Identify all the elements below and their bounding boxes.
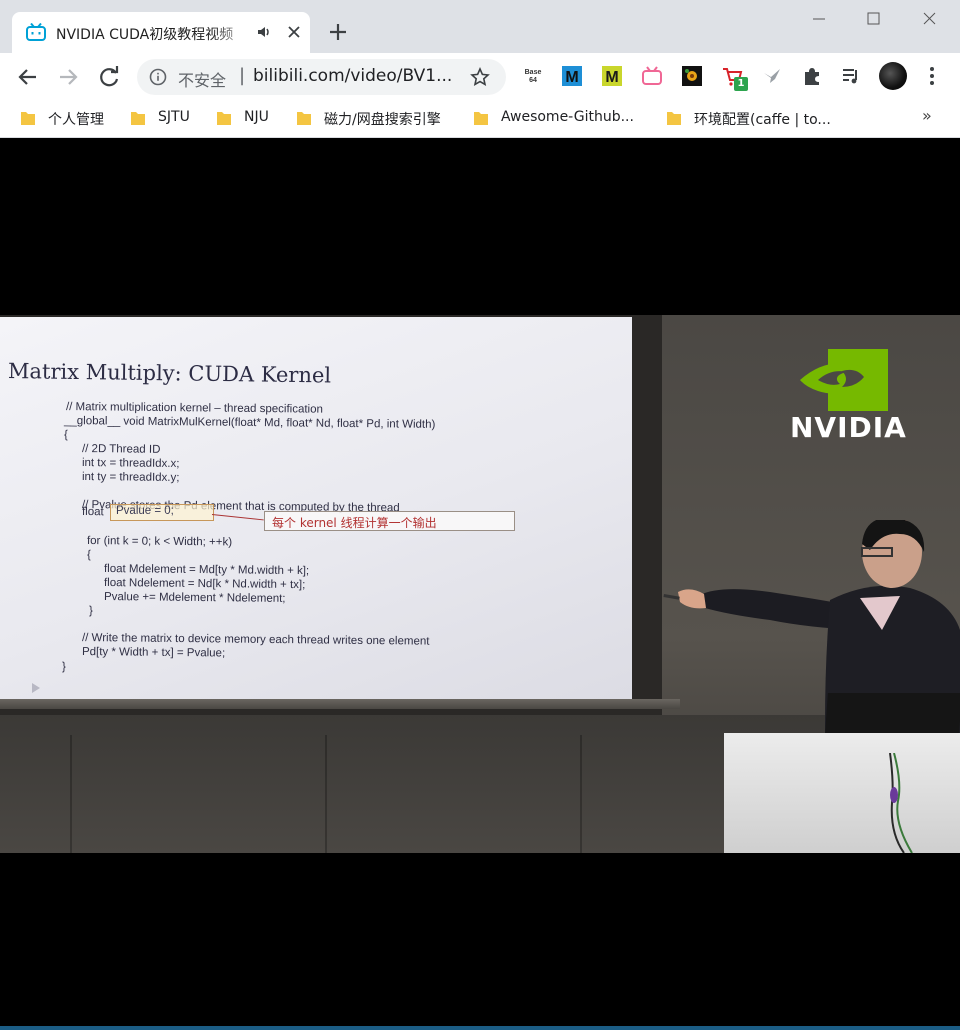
floor-line: [70, 735, 72, 853]
puzzle-icon[interactable]: [801, 65, 823, 87]
code-line: {: [63, 429, 68, 442]
video-player[interactable]: Matrix Multiply: CUDA Kernel // Matrix m…: [0, 139, 960, 1030]
more-menu-icon[interactable]: [922, 65, 942, 87]
forward-arrow-icon[interactable]: [54, 63, 82, 91]
floor-line: [325, 735, 327, 853]
bookmark-label: 个人管理: [48, 112, 104, 128]
code-line: }: [61, 661, 66, 674]
folder-icon: [217, 112, 231, 125]
folder-icon: [667, 112, 681, 125]
folder-icon: [297, 112, 311, 125]
code-line: // 2D Thread ID: [81, 443, 161, 456]
code-line: int tx = threadIdx.x;: [81, 457, 180, 471]
svg-text:64: 64: [529, 77, 537, 84]
bookmark-label: Awesome-Github...: [501, 109, 634, 125]
code-line: Pd[ty * Width + tx] = Pvalue;: [81, 646, 226, 660]
folder-icon: [474, 112, 488, 125]
slide-title: Matrix Multiply: CUDA Kernel: [7, 359, 332, 388]
close-tab-icon[interactable]: [284, 22, 304, 42]
browser-toolbar: 不安全 | bilibili.com/video/BV1... Base 64 …: [0, 53, 960, 100]
info-icon[interactable]: [149, 68, 167, 86]
base64-icon[interactable]: Base 64: [522, 65, 544, 87]
window-close-icon[interactable]: [906, 6, 952, 32]
tab-strip: NVIDIA CUDA初级教程视频: [0, 0, 960, 53]
bookmark-label: 环境配置(caffe | to...: [694, 112, 831, 128]
nvidia-wordmark: NVIDIA: [790, 411, 907, 444]
m-blue-icon[interactable]: M: [561, 65, 583, 87]
cart-badge: 1: [734, 77, 748, 91]
bookmark-folder[interactable]: 个人管理: [20, 108, 120, 130]
video-frame: Matrix Multiply: CUDA Kernel // Matrix m…: [0, 315, 960, 853]
bird-icon[interactable]: [761, 65, 783, 87]
code-line: float Ndelement = Nd[k * Nd.width + tx];: [103, 577, 306, 592]
bookmark-label: NJU: [244, 109, 269, 125]
code-line: float: [81, 506, 104, 519]
address-bar[interactable]: 不安全 | bilibili.com/video/BV1...: [137, 59, 506, 95]
folder-icon: [21, 112, 35, 125]
floor-line: [580, 735, 582, 853]
svg-text:Base: Base: [525, 69, 542, 76]
folder-icon: [131, 112, 145, 125]
window-bottom-border: [0, 1026, 960, 1030]
code-line: Pvalue += Mdelement * Ndelement;: [103, 591, 286, 605]
not-secure-label[interactable]: 不安全: [178, 67, 226, 91]
bookmark-folder[interactable]: Awesome-Github...: [473, 108, 648, 130]
flower-icon[interactable]: [681, 65, 703, 87]
nvidia-eye-logo: [800, 349, 888, 411]
bilibili-tv-icon: [26, 23, 46, 41]
audio-playing-icon[interactable]: [256, 23, 274, 41]
bookmark-label: SJTU: [158, 109, 190, 125]
tab-title-fade: [212, 20, 256, 46]
m-yellow-icon[interactable]: M: [601, 65, 623, 87]
new-tab-icon[interactable]: [326, 20, 350, 44]
code-line: }: [88, 605, 93, 618]
back-arrow-icon[interactable]: [14, 63, 42, 91]
code-line: float Mdelement = Md[ty * Md.width + k];: [103, 563, 310, 578]
minimize-icon[interactable]: [796, 6, 842, 32]
maximize-icon[interactable]: [850, 6, 896, 32]
bookmark-folder[interactable]: 环境配置(caffe | to...: [666, 108, 846, 130]
svg-text:M: M: [605, 69, 618, 86]
bookmarks-bar: 个人管理 SJTU NJU 磁力/网盘搜索引擎 Awesome-Github..…: [0, 100, 960, 138]
screen-bottom-edge: [0, 699, 680, 709]
code-line: for (int k = 0; k < Width; ++k): [86, 535, 233, 549]
bookmark-star-icon[interactable]: [470, 67, 490, 87]
cable: [889, 753, 913, 853]
slide-nav-arrow: [32, 683, 40, 693]
media-queue-icon[interactable]: [840, 65, 862, 87]
omnibox-separator: |: [239, 65, 246, 86]
podium: [724, 733, 960, 853]
bookmark-folder[interactable]: 磁力/网盘搜索引擎: [296, 108, 456, 130]
bookmark-label: 磁力/网盘搜索引擎: [324, 112, 441, 128]
bookmark-folder[interactable]: NJU: [216, 108, 280, 130]
svg-text:M: M: [565, 69, 578, 86]
code-line: {: [86, 549, 91, 562]
profile-avatar[interactable]: [879, 62, 907, 90]
active-tab[interactable]: NVIDIA CUDA初级教程视频: [12, 12, 310, 53]
highlighted-code: Pvalue = 0;: [116, 505, 174, 517]
bilibili-tv-extension-icon[interactable]: [641, 65, 663, 87]
code-line: int ty = threadIdx.y;: [81, 471, 180, 485]
bookmarks-overflow-button[interactable]: »: [922, 106, 942, 128]
callout-text: 每个 kernel 线程计算一个输出: [272, 516, 437, 530]
bookmark-folder[interactable]: SJTU: [130, 108, 200, 130]
url-text[interactable]: bilibili.com/video/BV1...: [253, 66, 459, 88]
reload-icon[interactable]: [95, 63, 123, 91]
